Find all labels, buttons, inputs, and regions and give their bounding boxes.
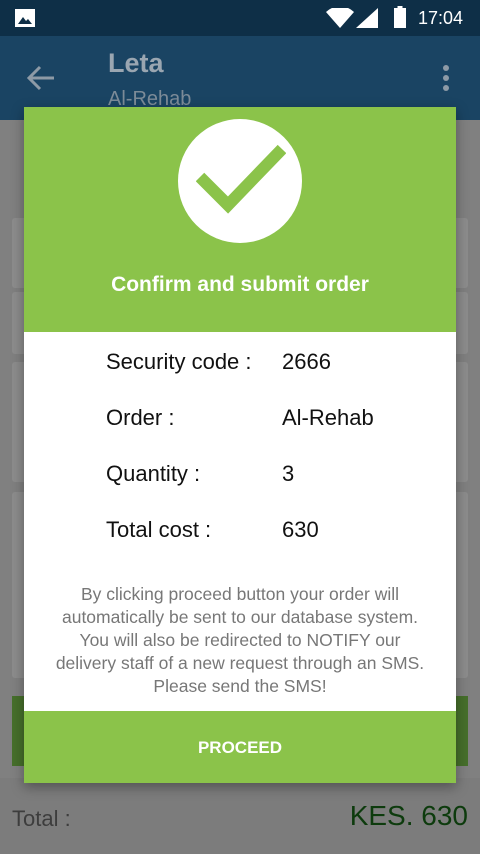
check-icon [196,144,286,214]
app-title: Leta [108,48,164,78]
note-line: Please send the SMS! [153,676,327,696]
note-line: You will also be redirected to NOTIFY ou… [79,630,401,650]
detail-label: Security code : [106,349,252,374]
note-line: delivery staff of a new request through … [55,653,425,673]
detail-label: Total cost : [106,517,212,542]
detail-value: 3 [282,461,295,486]
status-bar: 17:04 [0,0,480,36]
arrow-back-icon[interactable] [26,64,56,92]
dialog-note: By clicking proceed button your order wi… [32,583,448,698]
note-line: By clicking proceed button your order wi… [80,584,400,604]
success-badge [178,119,302,243]
detail-value: 630 [282,517,319,542]
detail-label: Order : [106,405,175,430]
detail-label: Quantity : [106,461,201,486]
dialog-header: Confirm and submit order [24,107,456,332]
detail-value: Al-Rehab [282,405,374,430]
total-label: Total : [12,806,71,831]
note-line: automatically be sent to our database sy… [61,607,419,627]
wifi-icon [326,8,354,28]
image-icon [15,9,35,27]
dialog-title: Confirm and submit order [111,273,369,296]
more-vert-icon[interactable] [438,64,454,92]
total-value: KES. 630 [349,800,468,831]
signal-icon [356,8,378,28]
confirm-dialog: Confirm and submit order Security code :… [24,107,456,783]
proceed-button[interactable]: PROCEED [24,711,456,783]
battery-icon [394,6,406,28]
detail-value: 2666 [282,349,331,374]
clock: 17:04 [418,8,464,28]
total-bar: Total : KES. 630 [0,778,480,854]
